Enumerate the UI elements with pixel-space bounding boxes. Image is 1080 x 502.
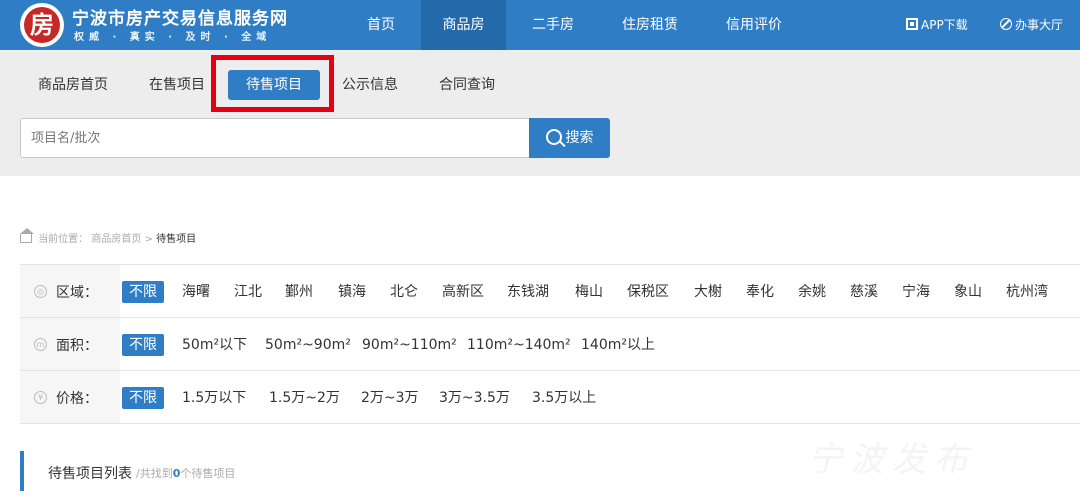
price-option[interactable]: 2万~3万 bbox=[361, 387, 419, 409]
logo-glyph: 房 bbox=[24, 7, 60, 43]
area-option[interactable]: 50m²以下 bbox=[182, 334, 247, 356]
compass-icon bbox=[1000, 18, 1012, 30]
breadcrumb: 当前位置： 商品房首页 > 待售项目 bbox=[20, 228, 197, 245]
search-icon bbox=[545, 129, 562, 145]
service-hall-link[interactable]: 办事大厅 bbox=[1000, 0, 1063, 50]
filter-row-price: ¥ 价格： 不限 1.5万以下 1.5万~2万 2万~3万 3万~3.5万 3.… bbox=[20, 371, 1080, 424]
service-hall-label: 办事大厅 bbox=[1015, 18, 1064, 32]
tab-new-homes-home[interactable]: 商品房首页 bbox=[38, 70, 108, 100]
home-icon bbox=[20, 228, 34, 243]
price-option-any[interactable]: 不限 bbox=[122, 387, 164, 409]
filter-row-area: m 面积： 不限 50m²以下 50m²~90m² 90m²~110m² 110… bbox=[20, 318, 1080, 371]
region-option[interactable]: 保税区 bbox=[627, 281, 669, 303]
region-option[interactable]: 余姚 bbox=[798, 281, 826, 303]
qr-code-icon bbox=[906, 18, 918, 30]
subnav-search-area: 商品房首页 在售项目 待售项目 公示信息 合同查询 搜索 bbox=[0, 50, 1080, 176]
region-option[interactable]: 大榭 bbox=[694, 281, 722, 303]
area-option[interactable]: 90m²~110m² bbox=[362, 334, 457, 356]
area-option[interactable]: 140m²以上 bbox=[581, 334, 655, 356]
region-option-any[interactable]: 不限 bbox=[122, 281, 164, 303]
yen-icon: ¥ bbox=[34, 391, 47, 404]
price-option[interactable]: 3万~3.5万 bbox=[439, 387, 510, 409]
search-button[interactable]: 搜索 bbox=[529, 118, 610, 158]
tab-public-info[interactable]: 公示信息 bbox=[342, 70, 398, 100]
region-option[interactable]: 东钱湖 bbox=[507, 281, 549, 303]
list-accent-bar bbox=[20, 451, 24, 491]
breadcrumb-parent[interactable]: 商品房首页 bbox=[91, 234, 141, 245]
price-option[interactable]: 3.5万以上 bbox=[532, 387, 596, 409]
region-option[interactable]: 北仑 bbox=[390, 281, 418, 303]
breadcrumb-current: 待售项目 bbox=[156, 234, 197, 245]
tab-contract-query[interactable]: 合同查询 bbox=[439, 70, 495, 100]
search-button-label: 搜索 bbox=[565, 130, 594, 146]
filter-label-area: 面积： bbox=[56, 338, 98, 354]
area-icon: m bbox=[34, 338, 47, 351]
region-option[interactable]: 镇海 bbox=[338, 281, 366, 303]
site-title: 宁波市房产交易信息服务网 bbox=[72, 9, 288, 29]
list-count-prefix: /共找到 bbox=[136, 467, 173, 480]
filter-row-region: ◎ 区域： 不限 海曙 江北 鄞州 镇海 北仑 高新区 东钱湖 梅山 保税区 大… bbox=[20, 265, 1080, 318]
site-tagline: 权威 · 真实 · 及时 · 全域 bbox=[74, 32, 272, 43]
region-option[interactable]: 海曙 bbox=[182, 281, 210, 303]
breadcrumb-separator: > bbox=[144, 234, 153, 245]
region-option[interactable]: 江北 bbox=[234, 281, 262, 303]
region-option[interactable]: 梅山 bbox=[575, 281, 603, 303]
nav-rental[interactable]: 住房租赁 bbox=[608, 0, 692, 50]
region-option[interactable]: 杭州湾 bbox=[1006, 281, 1048, 303]
list-count: /共找到0个待售项目 bbox=[136, 465, 235, 481]
region-option[interactable]: 鄞州 bbox=[285, 281, 313, 303]
breadcrumb-prefix: 当前位置： bbox=[38, 234, 89, 245]
nav-home[interactable]: 首页 bbox=[355, 0, 407, 50]
region-option[interactable]: 宁海 bbox=[902, 281, 930, 303]
nav-new-homes[interactable]: 商品房 bbox=[421, 0, 506, 50]
nav-second-hand[interactable]: 二手房 bbox=[520, 0, 586, 50]
watermark: 宁波发布 bbox=[808, 440, 976, 480]
highlight-annotation bbox=[211, 55, 334, 112]
top-navbar: 房 宁波市房产交易信息服务网 权威 · 真实 · 及时 · 全域 首页 商品房 … bbox=[0, 0, 1080, 50]
region-option[interactable]: 象山 bbox=[954, 281, 982, 303]
list-count-suffix: 个待售项目 bbox=[180, 467, 236, 480]
app-download-link[interactable]: APP下载 bbox=[906, 0, 968, 50]
region-option[interactable]: 慈溪 bbox=[850, 281, 878, 303]
nav-credit-rating[interactable]: 信用评价 bbox=[712, 0, 796, 50]
region-option[interactable]: 奉化 bbox=[746, 281, 774, 303]
filter-panel: ◎ 区域： 不限 海曙 江北 鄞州 镇海 北仑 高新区 东钱湖 梅山 保税区 大… bbox=[20, 264, 1080, 424]
area-option[interactable]: 110m²~140m² bbox=[467, 334, 571, 356]
price-option[interactable]: 1.5万~2万 bbox=[269, 387, 340, 409]
area-option-any[interactable]: 不限 bbox=[122, 334, 164, 356]
filter-label-region: 区域： bbox=[56, 285, 98, 301]
filter-label-price: 价格： bbox=[56, 391, 98, 407]
site-logo[interactable]: 房 bbox=[20, 3, 64, 47]
search-input[interactable] bbox=[20, 118, 530, 158]
price-option[interactable]: 1.5万以下 bbox=[182, 387, 246, 409]
tab-on-sale[interactable]: 在售项目 bbox=[149, 70, 205, 100]
area-option[interactable]: 50m²~90m² bbox=[265, 334, 351, 356]
location-icon: ◎ bbox=[34, 285, 47, 298]
list-title: 待售项目列表 bbox=[48, 466, 132, 482]
region-option[interactable]: 高新区 bbox=[442, 281, 484, 303]
app-download-label: APP下载 bbox=[921, 18, 968, 32]
